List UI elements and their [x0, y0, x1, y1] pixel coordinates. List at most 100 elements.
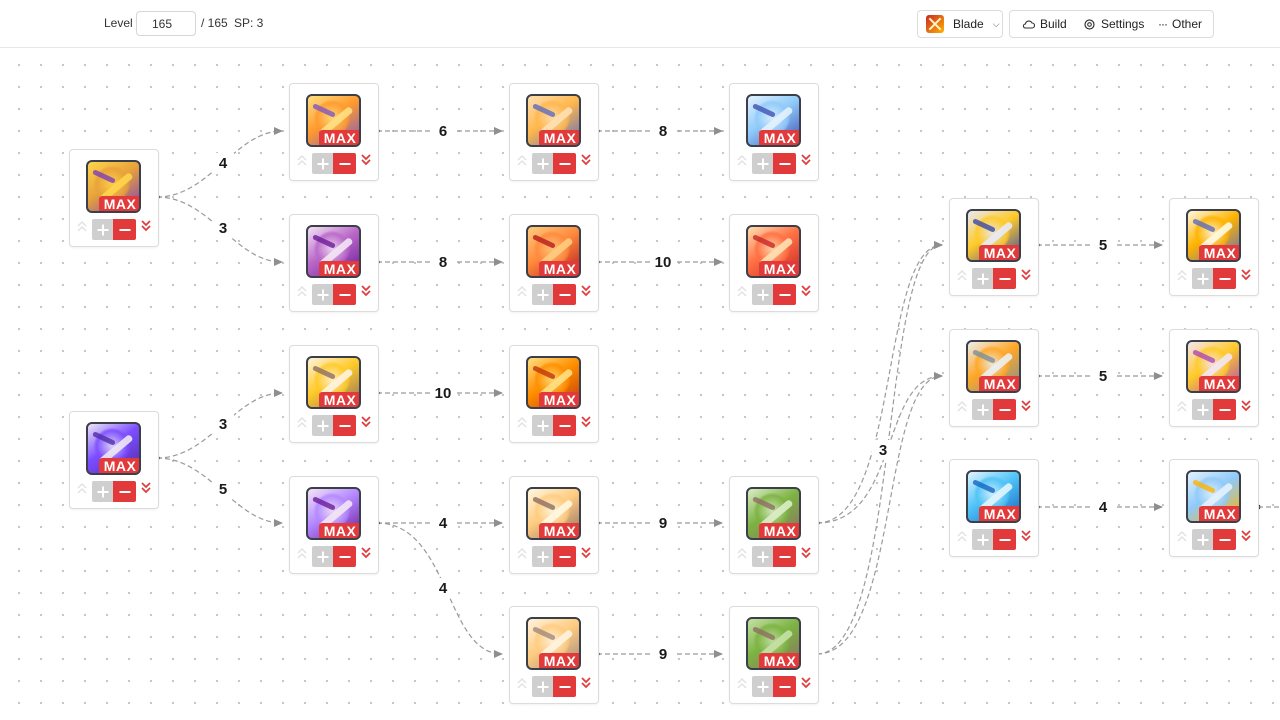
chevron-double-down-icon[interactable]	[580, 284, 592, 298]
skill-node[interactable]: MAX	[69, 149, 159, 247]
increase-button[interactable]	[752, 546, 773, 567]
other-button[interactable]: ··· Other	[1158, 11, 1202, 37]
max-up-icon[interactable]	[516, 546, 528, 560]
increase-button[interactable]	[972, 268, 993, 289]
increase-button[interactable]	[312, 546, 333, 567]
decrease-button[interactable]	[1213, 268, 1236, 289]
skill-icon[interactable]: MAX	[526, 356, 581, 409]
chevron-double-down-icon[interactable]	[140, 481, 152, 495]
chevron-double-down-icon[interactable]	[360, 546, 372, 560]
increase-button[interactable]	[972, 529, 993, 550]
decrease-button[interactable]	[1213, 529, 1236, 550]
max-up-icon[interactable]	[736, 153, 748, 167]
max-up-icon[interactable]	[296, 153, 308, 167]
decrease-button[interactable]	[553, 676, 576, 697]
skill-icon[interactable]: MAX	[306, 225, 361, 278]
skill-node[interactable]: MAX	[289, 83, 379, 181]
skill-node[interactable]: MAX	[729, 214, 819, 312]
decrease-button[interactable]	[333, 546, 356, 567]
skill-node[interactable]: MAX	[1169, 459, 1259, 557]
chevron-double-down-icon[interactable]	[1020, 268, 1032, 282]
class-select[interactable]: Blade ⌵	[917, 10, 1003, 38]
chevron-double-down-icon[interactable]	[800, 546, 812, 560]
skill-icon[interactable]: MAX	[746, 94, 801, 147]
chevron-double-down-icon[interactable]	[580, 153, 592, 167]
decrease-button[interactable]	[773, 546, 796, 567]
chevron-double-down-icon[interactable]	[360, 284, 372, 298]
chevron-double-down-icon[interactable]	[580, 676, 592, 690]
chevron-double-down-icon[interactable]	[580, 415, 592, 429]
build-button[interactable]: Build	[1022, 11, 1067, 37]
decrease-button[interactable]	[773, 676, 796, 697]
max-up-icon[interactable]	[1176, 268, 1188, 282]
chevron-double-down-icon[interactable]	[1020, 399, 1032, 413]
max-up-icon[interactable]	[956, 399, 968, 413]
increase-button[interactable]	[312, 153, 333, 174]
max-up-icon[interactable]	[296, 284, 308, 298]
skill-icon[interactable]: MAX	[306, 487, 361, 540]
decrease-button[interactable]	[553, 546, 576, 567]
increase-button[interactable]	[532, 284, 553, 305]
decrease-button[interactable]	[553, 284, 576, 305]
skill-icon[interactable]: MAX	[86, 422, 141, 475]
increase-button[interactable]	[312, 284, 333, 305]
decrease-button[interactable]	[553, 153, 576, 174]
increase-button[interactable]	[972, 399, 993, 420]
skill-icon[interactable]: MAX	[966, 470, 1021, 523]
max-up-icon[interactable]	[736, 284, 748, 298]
settings-button[interactable]: Settings	[1083, 11, 1144, 37]
decrease-button[interactable]	[993, 529, 1016, 550]
skill-icon[interactable]: MAX	[966, 340, 1021, 393]
max-up-icon[interactable]	[296, 415, 308, 429]
max-up-icon[interactable]	[296, 546, 308, 560]
skill-node[interactable]: MAX	[289, 476, 379, 574]
skill-node[interactable]: MAX	[729, 606, 819, 704]
max-up-icon[interactable]	[76, 219, 88, 233]
chevron-double-down-icon[interactable]	[140, 219, 152, 233]
skill-icon[interactable]: MAX	[746, 487, 801, 540]
decrease-button[interactable]	[113, 219, 136, 240]
chevron-double-down-icon[interactable]	[1020, 529, 1032, 543]
skill-icon[interactable]: MAX	[1186, 340, 1241, 393]
increase-button[interactable]	[1192, 268, 1213, 289]
skill-icon[interactable]: MAX	[86, 160, 141, 213]
max-up-icon[interactable]	[76, 481, 88, 495]
chevron-double-down-icon[interactable]	[800, 676, 812, 690]
increase-button[interactable]	[752, 284, 773, 305]
skill-node[interactable]: MAX	[509, 345, 599, 443]
skill-node[interactable]: MAX	[509, 476, 599, 574]
skill-icon[interactable]: MAX	[1186, 470, 1241, 523]
max-up-icon[interactable]	[956, 529, 968, 543]
skill-icon[interactable]: MAX	[306, 356, 361, 409]
skill-node[interactable]: MAX	[509, 606, 599, 704]
decrease-button[interactable]	[333, 284, 356, 305]
skill-node[interactable]: MAX	[1169, 329, 1259, 427]
skill-node[interactable]: MAX	[509, 214, 599, 312]
skill-node[interactable]: MAX	[69, 411, 159, 509]
increase-button[interactable]	[532, 415, 553, 436]
decrease-button[interactable]	[333, 153, 356, 174]
increase-button[interactable]	[752, 676, 773, 697]
decrease-button[interactable]	[1213, 399, 1236, 420]
skill-icon[interactable]: MAX	[746, 617, 801, 670]
decrease-button[interactable]	[113, 481, 136, 502]
skill-icon[interactable]: MAX	[966, 209, 1021, 262]
decrease-button[interactable]	[333, 415, 356, 436]
skill-node[interactable]: MAX	[949, 198, 1039, 296]
decrease-button[interactable]	[553, 415, 576, 436]
decrease-button[interactable]	[773, 153, 796, 174]
increase-button[interactable]	[532, 153, 553, 174]
skill-icon[interactable]: MAX	[526, 487, 581, 540]
skill-node[interactable]: MAX	[729, 83, 819, 181]
chevron-double-down-icon[interactable]	[1240, 529, 1252, 543]
decrease-button[interactable]	[773, 284, 796, 305]
skill-icon[interactable]: MAX	[526, 617, 581, 670]
chevron-double-down-icon[interactable]	[1240, 268, 1252, 282]
max-up-icon[interactable]	[516, 284, 528, 298]
level-input[interactable]	[136, 11, 196, 36]
increase-button[interactable]	[532, 546, 553, 567]
chevron-double-down-icon[interactable]	[800, 284, 812, 298]
increase-button[interactable]	[532, 676, 553, 697]
skill-node[interactable]: MAX	[949, 329, 1039, 427]
max-up-icon[interactable]	[1176, 399, 1188, 413]
